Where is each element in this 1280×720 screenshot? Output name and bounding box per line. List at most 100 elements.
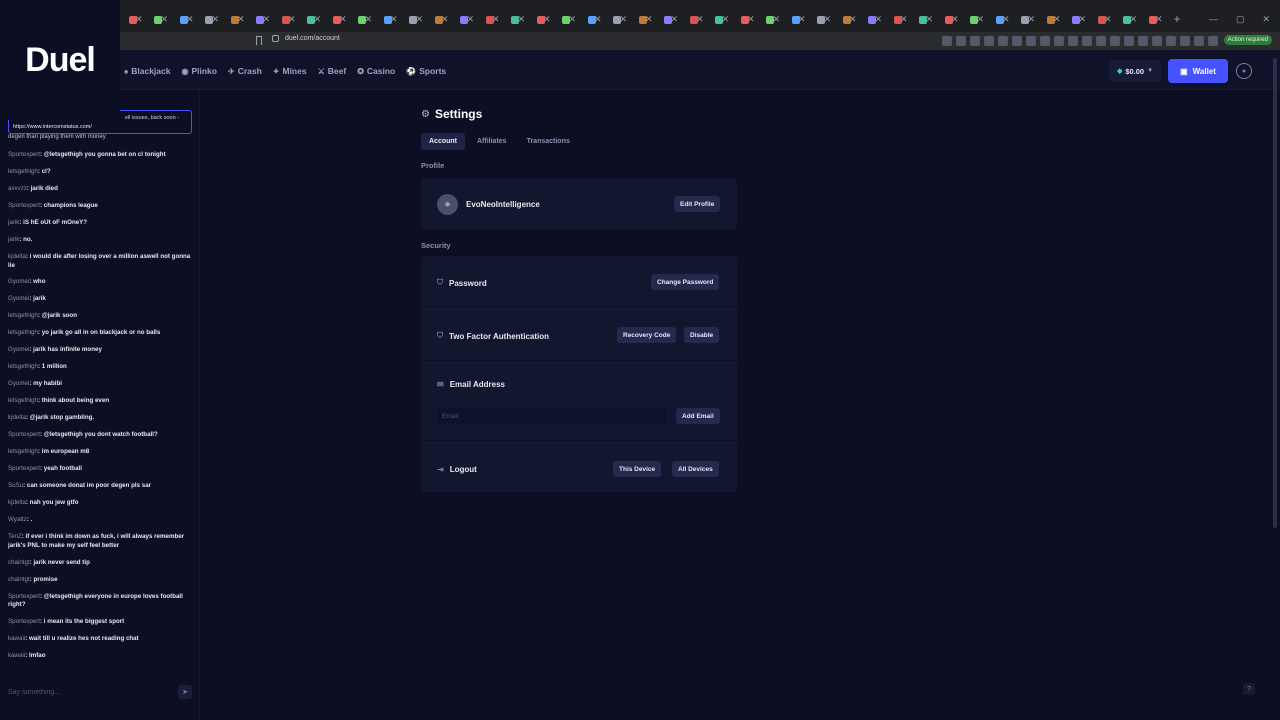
chat-username[interactable]: Gyomei (8, 346, 29, 353)
browser-tab[interactable]: ✕ (1038, 12, 1064, 28)
tab-close-icon[interactable]: ✕ (313, 14, 321, 25)
browser-tab[interactable]: ✕ (401, 12, 427, 28)
change-password-button[interactable]: Change Password (651, 274, 720, 290)
tab-close-icon[interactable]: ✕ (135, 14, 143, 25)
browser-tab[interactable]: ✕ (885, 12, 911, 28)
wallet-button[interactable]: ▣ Wallet (1168, 59, 1228, 83)
chat-username[interactable]: Wyattz (8, 516, 27, 523)
tab-close-icon[interactable]: ✕ (925, 14, 933, 25)
logout-this-device-button[interactable]: This Device (613, 461, 662, 477)
chat-username[interactable]: Sportexpert (8, 618, 40, 625)
browser-tab[interactable]: ✕ (630, 12, 656, 28)
nav-item-mines[interactable]: ✦ Mines (273, 66, 307, 76)
tab-close-icon[interactable]: ✕ (466, 14, 474, 25)
tab-close-icon[interactable]: ✕ (721, 14, 729, 25)
browser-tab[interactable]: ✕ (656, 12, 682, 28)
tab-close-icon[interactable]: ✕ (951, 14, 959, 25)
extension-icon[interactable] (1180, 36, 1190, 46)
browser-tab[interactable]: ✕ (1140, 12, 1166, 28)
browser-tab[interactable]: ✕ (503, 12, 529, 28)
chat-username[interactable]: Sportexpert (8, 465, 40, 472)
chat-username[interactable]: kjdelta (8, 499, 26, 506)
browser-tab[interactable]: ✕ (834, 12, 860, 28)
tab-close-icon[interactable]: ✕ (696, 14, 704, 25)
nav-item-blackjack[interactable]: ♠ Blackjack (124, 66, 170, 76)
balance-dropdown[interactable]: ◆ $0.00 ▼ (1109, 60, 1161, 82)
browser-tab[interactable]: ✕ (171, 12, 197, 28)
tab-transactions[interactable]: Transactions (519, 133, 578, 150)
browser-tab[interactable]: ✕ (987, 12, 1013, 28)
nav-item-beef[interactable]: ⚔ Beef (318, 66, 347, 76)
chat-username[interactable]: kjdelta (8, 414, 26, 421)
tab-close-icon[interactable]: ✕ (619, 14, 627, 25)
tab-close-icon[interactable]: ✕ (594, 14, 602, 25)
extension-icon[interactable] (1194, 36, 1204, 46)
browser-tab[interactable]: ✕ (732, 12, 758, 28)
tab-close-icon[interactable]: ✕ (874, 14, 882, 25)
tab-close-icon[interactable]: ✕ (1155, 14, 1163, 25)
extension-icon[interactable] (1124, 36, 1134, 46)
close-window-icon[interactable]: ✕ (1262, 14, 1270, 25)
add-email-button[interactable]: Add Email (676, 408, 720, 424)
tab-close-icon[interactable]: ✕ (160, 14, 168, 25)
extension-icon[interactable] (1138, 36, 1148, 46)
browser-tab[interactable]: ✕ (477, 12, 503, 28)
chat-username[interactable]: letsgethigh (8, 448, 38, 455)
help-icon[interactable]: ? (1243, 683, 1255, 695)
chat-username[interactable]: kawaii (8, 635, 25, 642)
browser-tab[interactable]: ✕ (707, 12, 733, 28)
browser-tab[interactable]: ✕ (758, 12, 784, 28)
tab-close-icon[interactable]: ✕ (1078, 14, 1086, 25)
tab-close-icon[interactable]: ✕ (823, 14, 831, 25)
tab-close-icon[interactable]: ✕ (390, 14, 398, 25)
browser-tab[interactable]: ✕ (936, 12, 962, 28)
browser-tab[interactable]: ✕ (962, 12, 988, 28)
extension-icon[interactable] (970, 36, 980, 46)
chat-username[interactable]: letsgethigh (8, 363, 38, 370)
url-field[interactable]: duel.com/account (272, 35, 340, 42)
tab-close-icon[interactable]: ✕ (211, 14, 219, 25)
send-icon[interactable]: ➤ (178, 685, 192, 699)
browser-tab[interactable]: ✕ (911, 12, 937, 28)
nav-item-crash[interactable]: ✈ Crash (228, 66, 262, 76)
email-field[interactable] (437, 407, 667, 425)
browser-tab[interactable]: ✕ (375, 12, 401, 28)
tab-close-icon[interactable]: ✕ (415, 14, 423, 25)
tab-close-icon[interactable]: ✕ (492, 14, 500, 25)
tooltip-link[interactable]: https://www.intercomstatus.com/ (13, 124, 92, 130)
recovery-code-button[interactable]: Recovery Code (617, 327, 677, 343)
browser-tab[interactable]: ✕ (1089, 12, 1115, 28)
tab-close-icon[interactable]: ✕ (645, 14, 653, 25)
chat-username[interactable]: chaintgt (8, 559, 30, 566)
tab-close-icon[interactable]: ✕ (747, 14, 755, 25)
browser-tab[interactable]: ✕ (554, 12, 580, 28)
tab-close-icon[interactable]: ✕ (772, 14, 780, 25)
chat-username[interactable]: Gyomei (8, 380, 29, 387)
tab-close-icon[interactable]: ✕ (364, 14, 372, 25)
browser-tab[interactable]: ✕ (579, 12, 605, 28)
extension-icon[interactable] (1054, 36, 1064, 46)
browser-tab[interactable]: ✕ (222, 12, 248, 28)
tab-close-icon[interactable]: ✕ (1027, 14, 1035, 25)
chat-username[interactable]: jarik (8, 219, 19, 226)
extension-icon[interactable] (1166, 36, 1176, 46)
tab-close-icon[interactable]: ✕ (849, 14, 857, 25)
page-scrollbar[interactable] (1273, 58, 1277, 528)
chat-input[interactable] (8, 688, 158, 696)
extension-icon[interactable] (984, 36, 994, 46)
browser-tab[interactable]: ✕ (1064, 12, 1090, 28)
chat-username[interactable]: letsgethigh (8, 168, 38, 175)
chat-username[interactable]: Gyomei (8, 295, 29, 302)
chat-username[interactable]: Gyomei (8, 278, 29, 285)
extension-icon[interactable] (1012, 36, 1022, 46)
browser-tab[interactable]: ✕ (350, 12, 376, 28)
bookmark-icon[interactable] (256, 36, 262, 45)
extension-icon[interactable] (1152, 36, 1162, 46)
chat-username[interactable]: SuSu (8, 482, 23, 489)
extension-icon[interactable] (1026, 36, 1036, 46)
chat-username[interactable]: Sportexpert (8, 151, 40, 158)
tab-affiliates[interactable]: Affiliates (469, 133, 515, 150)
extension-icon[interactable] (1110, 36, 1120, 46)
chat-username[interactable]: chaintgt (8, 576, 30, 583)
tab-close-icon[interactable]: ✕ (1129, 14, 1137, 25)
